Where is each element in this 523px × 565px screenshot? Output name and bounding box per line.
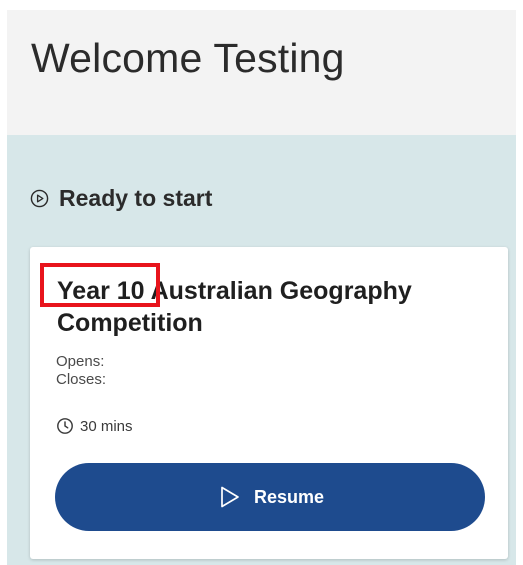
schedule-info: Opens: Closes: [56,353,106,389]
closes-label: Closes: [56,371,107,388]
section-heading: Ready to start [30,185,212,212]
main-content: Ready to start Year 10 Australian Geogra… [7,135,516,565]
play-circle-icon [30,189,49,208]
competition-card: Year 10 Australian Geography Competition… [30,247,508,559]
play-outline-icon [221,486,239,508]
opens-label: Opens: [56,353,105,370]
duration-text: 30 mins [80,417,133,435]
resume-label: Resume [253,486,325,507]
duration-info: 30 mins [56,417,133,435]
resume-button[interactable]: Resume [55,463,485,531]
page-title: Welcome Testing [31,35,345,81]
page: Welcome Testing Ready to start Year 10 A… [0,0,523,565]
welcome-header: Welcome Testing [7,10,516,135]
section-title: Ready to start [59,185,213,211]
card-title: Year 10 Australian Geography Competition [57,277,412,337]
clock-icon [57,418,73,434]
